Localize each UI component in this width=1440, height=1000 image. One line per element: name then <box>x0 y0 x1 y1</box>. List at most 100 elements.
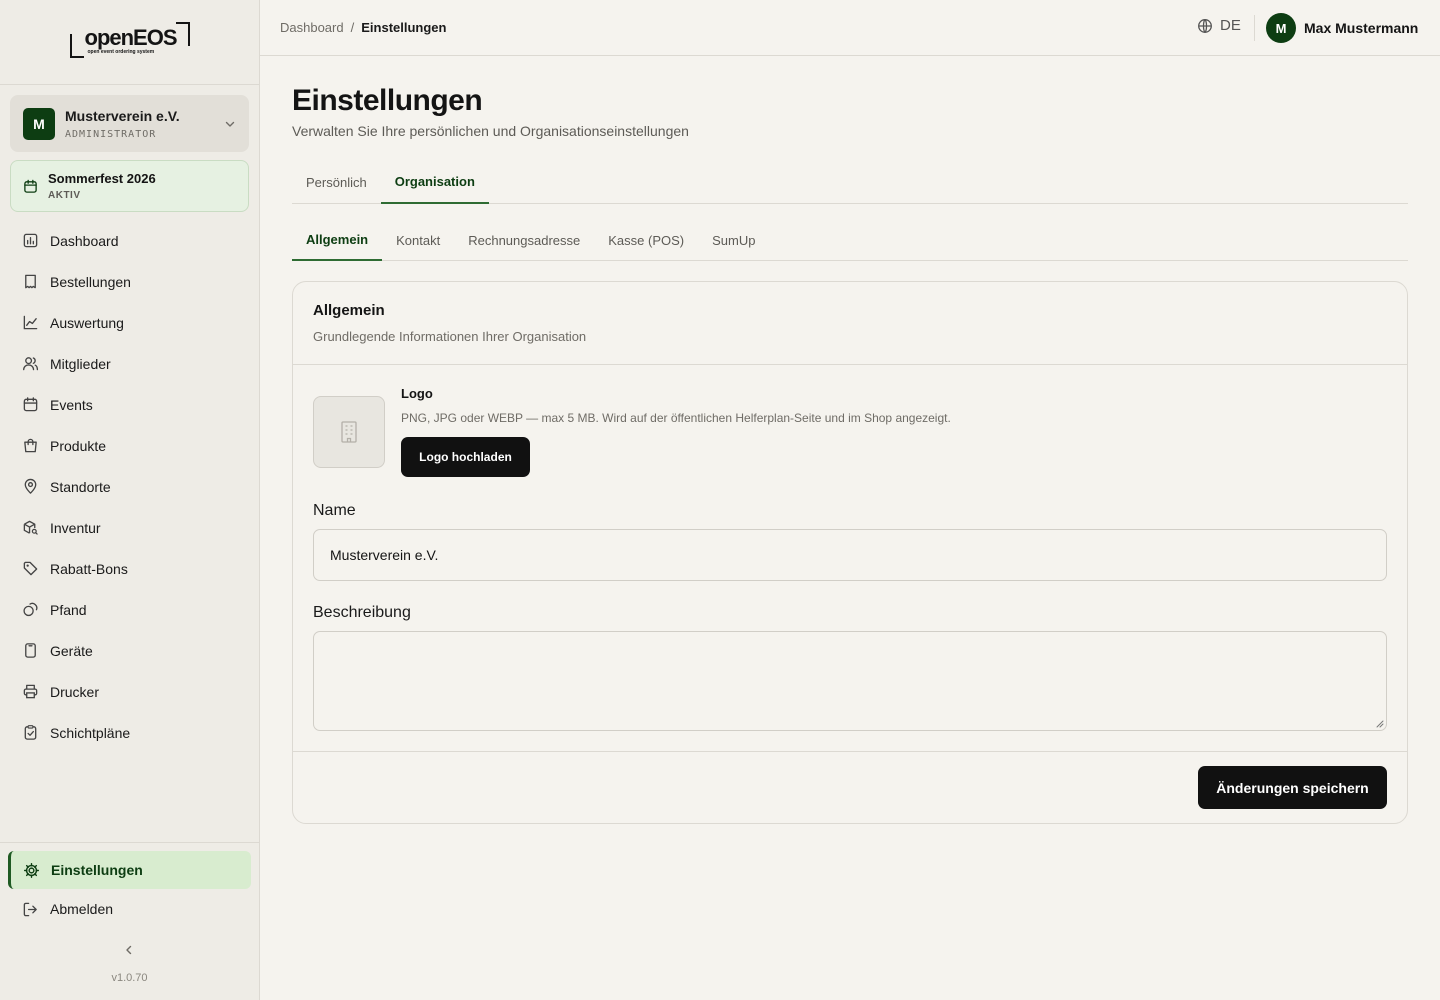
subtab-kontakt[interactable]: Kontakt <box>382 220 454 261</box>
printer-icon <box>23 684 38 699</box>
sidebar-item-geraete[interactable]: Geräte <box>10 630 250 671</box>
top-bar: Dashboard / Einstellungen DE M Max Muste… <box>260 0 1440 56</box>
breadcrumb-item-dashboard[interactable]: Dashboard <box>280 20 344 35</box>
card-title: Allgemein <box>313 302 385 319</box>
building-icon <box>341 421 357 443</box>
sidebar-item-label: Produkte <box>50 437 107 454</box>
subtab-rechnungsadresse[interactable]: Rechnungsadresse <box>454 220 594 261</box>
receipt-icon <box>25 274 36 289</box>
logo-label: Logo <box>401 386 433 401</box>
tab-organisation[interactable]: Organisation <box>380 163 489 204</box>
org-name: Musterverein e.V. <box>65 107 180 124</box>
sidebar-item-bestellungen[interactable]: Bestellungen <box>10 261 250 302</box>
app-version: v1.0.70 <box>111 972 148 984</box>
coins-icon <box>23 602 38 617</box>
sidebar-item-schichtplaene[interactable]: Schichtpläne <box>10 712 250 753</box>
app-logo[interactable]: openEOS open event ordering system <box>69 22 190 62</box>
user-menu[interactable]: M Max Mustermann <box>1266 13 1418 43</box>
org-role: ADMINISTRATOR <box>65 128 157 140</box>
org-avatar: M <box>23 107 55 140</box>
general-settings-card: Allgemein Grundlegende Informationen Ihr… <box>292 281 1408 824</box>
org-switcher[interactable]: M Musterverein e.V. ADMINISTRATOR <box>10 95 249 152</box>
sidebar-item-label: Pfand <box>50 601 87 618</box>
globe-icon <box>1198 18 1212 33</box>
sidebar-item-auswertung[interactable]: Auswertung <box>10 302 250 343</box>
sidebar-item-rabatt-bons[interactable]: Rabatt-Bons <box>10 548 250 589</box>
tag-icon <box>23 561 38 576</box>
chevron-down-icon <box>225 121 235 127</box>
topbar-divider <box>1254 15 1255 41</box>
description-textarea[interactable] <box>313 631 1387 731</box>
bag-icon <box>24 438 37 453</box>
resize-grip-icon[interactable] <box>1375 719 1384 728</box>
logo-area: openEOS open event ordering system <box>0 0 259 85</box>
sidebar: openEOS open event ordering system M Mus… <box>0 0 260 1000</box>
description-label: Beschreibung <box>313 604 411 621</box>
sidebar-item-einstellungen[interactable]: Einstellungen <box>8 851 251 889</box>
page-subtitle: Verwalten Sie Ihre persönlichen und Orga… <box>292 123 689 139</box>
subtab-allgemein[interactable]: Allgemein <box>292 220 383 261</box>
sidebar-item-label: Inventur <box>50 519 101 536</box>
upload-logo-button[interactable]: Logo hochladen <box>401 437 530 477</box>
logo-text: openEOS <box>84 25 178 50</box>
sidebar-item-label: Geräte <box>50 642 93 659</box>
language-code: DE <box>1220 17 1241 34</box>
subtab-kasse-pos[interactable]: Kasse (POS) <box>594 220 698 261</box>
users-icon <box>23 357 39 371</box>
sidebar-item-pfand[interactable]: Pfand <box>10 589 250 630</box>
trend-icon <box>23 315 38 330</box>
breadcrumb-item-current: Einstellungen <box>361 20 447 35</box>
breadcrumb-separator: / <box>350 20 355 35</box>
main-content: Einstellungen Verwalten Sie Ihre persönl… <box>292 56 1408 824</box>
chevron-left-icon <box>126 945 132 955</box>
sidebar-item-label: Rabatt-Bons <box>50 560 128 577</box>
collapse-sidebar-button[interactable] <box>118 939 140 961</box>
calendar-icon <box>23 397 38 412</box>
logout-button[interactable]: Abmelden <box>10 890 250 928</box>
logo-upload-section: Logo PNG, JPG oder WEBP — max 5 MB. Wird… <box>313 386 951 477</box>
sidebar-item-produkte[interactable]: Produkte <box>10 425 250 466</box>
sidebar-item-label: Einstellungen <box>51 862 143 878</box>
organisation-subtabs: Allgemein Kontakt Rechnungsadresse Kasse… <box>292 220 1408 261</box>
sidebar-item-label: Auswertung <box>50 314 124 331</box>
logo-preview <box>313 396 385 468</box>
sidebar-bottom: Einstellungen Abmelden v1.0.70 <box>0 842 259 1000</box>
name-label: Name <box>313 502 356 519</box>
sidebar-item-inventur[interactable]: Inventur <box>10 507 250 548</box>
sidebar-item-dashboard[interactable]: Dashboard <box>10 220 250 261</box>
save-changes-button[interactable]: Änderungen speichern <box>1198 766 1387 809</box>
tablet-icon <box>25 643 36 658</box>
sidebar-item-label: Events <box>50 396 93 413</box>
sidebar-item-drucker[interactable]: Drucker <box>10 671 250 712</box>
sidebar-item-label: Abmelden <box>50 901 114 917</box>
event-status: AKTIV <box>48 190 81 201</box>
sidebar-item-label: Schichtpläne <box>50 724 131 741</box>
card-header: Allgemein Grundlegende Informationen Ihr… <box>293 282 1407 365</box>
clipboard-check-icon <box>24 725 37 740</box>
sidebar-item-mitglieder[interactable]: Mitglieder <box>10 343 250 384</box>
sidebar-item-standorte[interactable]: Standorte <box>10 466 250 507</box>
tab-persoenlich[interactable]: Persönlich <box>292 163 381 204</box>
breadcrumb: Dashboard / Einstellungen <box>280 20 446 35</box>
subtab-sumup[interactable]: SumUp <box>698 220 769 261</box>
sidebar-item-events[interactable]: Events <box>10 384 250 425</box>
avatar: M <box>1266 13 1296 43</box>
gear-icon <box>23 862 40 878</box>
active-event-card[interactable]: Sommerfest 2026 AKTIV <box>10 160 249 212</box>
map-pin-icon <box>24 478 37 494</box>
name-input[interactable]: Musterverein e.V. <box>313 529 1387 581</box>
calendar-icon <box>24 179 37 193</box>
package-search-icon <box>23 520 38 535</box>
card-description: Grundlegende Informationen Ihrer Organis… <box>313 329 587 344</box>
sidebar-item-label: Mitglieder <box>50 355 111 372</box>
chart-icon <box>23 233 38 248</box>
sidebar-item-label: Bestellungen <box>50 273 131 290</box>
sidebar-nav: Dashboard Bestellungen Auswertung Mitgli… <box>10 220 250 753</box>
logout-icon <box>23 902 37 916</box>
logo-hint: PNG, JPG oder WEBP — max 5 MB. Wird auf … <box>401 411 951 425</box>
event-name: Sommerfest 2026 <box>48 171 156 186</box>
language-switcher[interactable]: DE <box>1197 17 1241 34</box>
sidebar-item-label: Standorte <box>50 478 111 495</box>
user-name: Max Mustermann <box>1304 20 1419 36</box>
settings-tabs: Persönlich Organisation <box>292 163 1408 204</box>
